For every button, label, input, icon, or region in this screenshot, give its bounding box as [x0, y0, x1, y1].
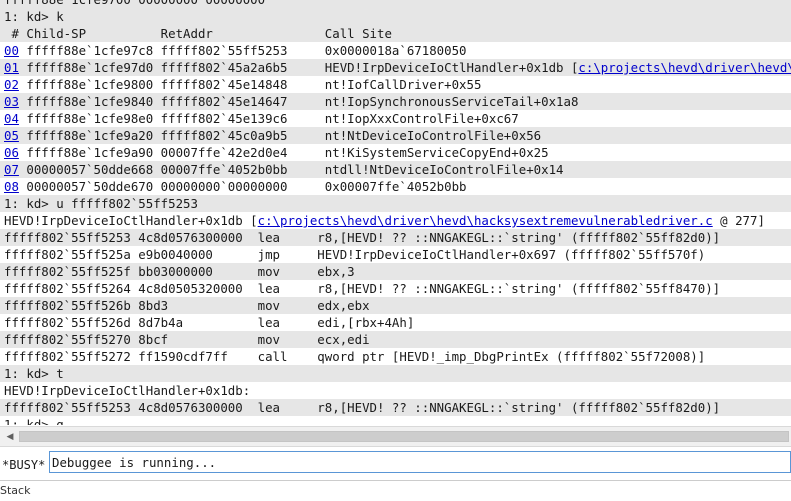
output-line: 04 fffff88e`1cfe98e0 fffff802`45e139c6 n…: [0, 110, 791, 127]
output-text: fffff802`55ff5253 4c8d0576300000 lea r8,…: [4, 400, 721, 415]
command-input[interactable]: [49, 451, 791, 473]
scrollbar-thumb[interactable]: [19, 431, 789, 442]
frame-number-link[interactable]: 01: [4, 60, 19, 75]
output-line: fffff802`55ff526d 8d7b4a lea edi,[rbx+4A…: [0, 314, 791, 331]
frame-number-link[interactable]: 07: [4, 162, 19, 177]
output-line: fffff88e`1cfe9700 00000000`00000000: [0, 0, 791, 8]
output-text: fffff88e`1cfe97c8 fffff802`55ff5253 0x00…: [18, 43, 467, 58]
frame-number-link[interactable]: 00: [4, 43, 19, 58]
scroll-left-arrow-icon[interactable]: ◀: [4, 431, 16, 443]
output-line: 1: kd> u fffff802`55ff5253: [0, 195, 791, 212]
horizontal-scrollbar[interactable]: ◀: [0, 426, 791, 447]
output-line: 02 fffff88e`1cfe9800 fffff802`45e14848 n…: [0, 76, 791, 93]
output-line: # Child-SP RetAddr Call Site: [0, 25, 791, 42]
output-text: fffff88e`1cfe97d0 fffff802`45a2a6b5 HEVD…: [18, 60, 579, 75]
kd-prompt: 1: kd>: [4, 9, 57, 24]
output-line: 1: kd> t: [0, 365, 791, 382]
output-line: fffff802`55ff5253 4c8d0576300000 lea r8,…: [0, 229, 791, 246]
output-line: fffff802`55ff5253 4c8d0576300000 lea r8,…: [0, 399, 791, 416]
output-text: fffff88e`1cfe9a90 00007ffe`42e2d0e4 nt!K…: [18, 145, 549, 160]
output-text: fffff802`55ff526b 8bd3 mov edx,ebx: [4, 298, 370, 313]
output-line: 00 fffff88e`1cfe97c8 fffff802`55ff5253 0…: [0, 42, 791, 59]
output-text: HEVD!IrpDeviceIoCtlHandler+0x1db [: [4, 213, 258, 228]
output-text-tail: @ 277]: [712, 213, 765, 228]
source-file-link[interactable]: c:\projects\hevd\driver\hevd\hacksysextr…: [258, 213, 713, 228]
output-line: fffff802`55ff5264 4c8d0505320000 lea r8,…: [0, 280, 791, 297]
busy-status-label: *BUSY*: [2, 458, 46, 472]
output-line: fffff802`55ff525a e9b0040000 jmp HEVD!Ir…: [0, 246, 791, 263]
stack-tab-label[interactable]: Stack: [0, 480, 791, 497]
frame-number-link[interactable]: 08: [4, 179, 19, 194]
output-text: fffff802`55ff5253 4c8d0576300000 lea r8,…: [4, 230, 721, 245]
output-text: fffff802`55ff525a e9b0040000 jmp HEVD!Ir…: [4, 247, 706, 262]
output-text: fffff88e`1cfe9a20 fffff802`45c0a9b5 nt!N…: [18, 128, 542, 143]
kd-prompt: 1: kd>: [4, 196, 57, 211]
output-line: fffff802`55ff525f bb03000000 mov ebx,3: [0, 263, 791, 280]
output-line: HEVD!IrpDeviceIoCtlHandler+0x1db:: [0, 382, 791, 399]
output-text: fffff802`55ff525f bb03000000 mov ebx,3: [4, 264, 355, 279]
output-line: 03 fffff88e`1cfe9840 fffff802`45e14647 n…: [0, 93, 791, 110]
kd-prompt: 1: kd>: [4, 417, 57, 425]
frame-number-link[interactable]: 04: [4, 111, 19, 126]
output-line: HEVD!IrpDeviceIoCtlHandler+0x1db [c:\pro…: [0, 212, 791, 229]
output-text: fffff802`55ff526d 8d7b4a lea edi,[rbx+4A…: [4, 315, 415, 330]
output-line: 08 00000057`50dde670 00000000`00000000 0…: [0, 178, 791, 195]
output-text: # Child-SP RetAddr Call Site: [4, 26, 392, 41]
output-line: 07 00000057`50dde668 00007ffe`4052b0bb n…: [0, 161, 791, 178]
output-text: fffff802`55ff5270 8bcf mov ecx,edi: [4, 332, 370, 347]
output-text: fffff88e`1cfe9840 fffff802`45e14647 nt!I…: [18, 94, 579, 109]
output-text: u fffff802`55ff5253: [56, 196, 198, 211]
source-file-link[interactable]: c:\projects\hevd\driver\hevd\hacksysextr…: [578, 60, 791, 75]
frame-number-link[interactable]: 03: [4, 94, 19, 109]
output-text: g: [56, 417, 64, 425]
output-line: 05 fffff88e`1cfe9a20 fffff802`45c0a9b5 n…: [0, 127, 791, 144]
output-text: HEVD!IrpDeviceIoCtlHandler+0x1db:: [4, 383, 251, 398]
output-text: k: [56, 9, 64, 24]
output-line: 1: kd> g: [0, 416, 791, 425]
output-line: fffff802`55ff5272 ff1590cdf7ff call qwor…: [0, 348, 791, 365]
kd-prompt: 1: kd>: [4, 366, 57, 381]
command-output-pane[interactable]: fffff88e`1cfe9700 00000000`000000001: kd…: [0, 0, 791, 425]
output-text: 00000057`50dde670 00000000`00000000 0x00…: [18, 179, 467, 194]
output-line: 06 fffff88e`1cfe9a90 00007ffe`42e2d0e4 n…: [0, 144, 791, 161]
output-text: 00000057`50dde668 00007ffe`4052b0bb ntdl…: [18, 162, 564, 177]
output-line: 1: kd> k: [0, 8, 791, 25]
frame-number-link[interactable]: 05: [4, 128, 19, 143]
output-text: fffff88e`1cfe9700 00000000`00000000: [4, 0, 265, 7]
output-line: fffff802`55ff5270 8bcf mov ecx,edi: [0, 331, 791, 348]
output-text: fffff802`55ff5264 4c8d0505320000 lea r8,…: [4, 281, 721, 296]
output-text: fffff88e`1cfe9800 fffff802`45e14848 nt!I…: [18, 77, 482, 92]
output-text: fffff802`55ff5272 ff1590cdf7ff call qwor…: [4, 349, 706, 364]
command-bar: *BUSY*: [0, 451, 791, 477]
output-line: fffff802`55ff526b 8bd3 mov edx,ebx: [0, 297, 791, 314]
output-text: fffff88e`1cfe98e0 fffff802`45e139c6 nt!I…: [18, 111, 519, 126]
frame-number-link[interactable]: 02: [4, 77, 19, 92]
frame-number-link[interactable]: 06: [4, 145, 19, 160]
output-text: t: [56, 366, 64, 381]
output-line: 01 fffff88e`1cfe97d0 fffff802`45a2a6b5 H…: [0, 59, 791, 76]
